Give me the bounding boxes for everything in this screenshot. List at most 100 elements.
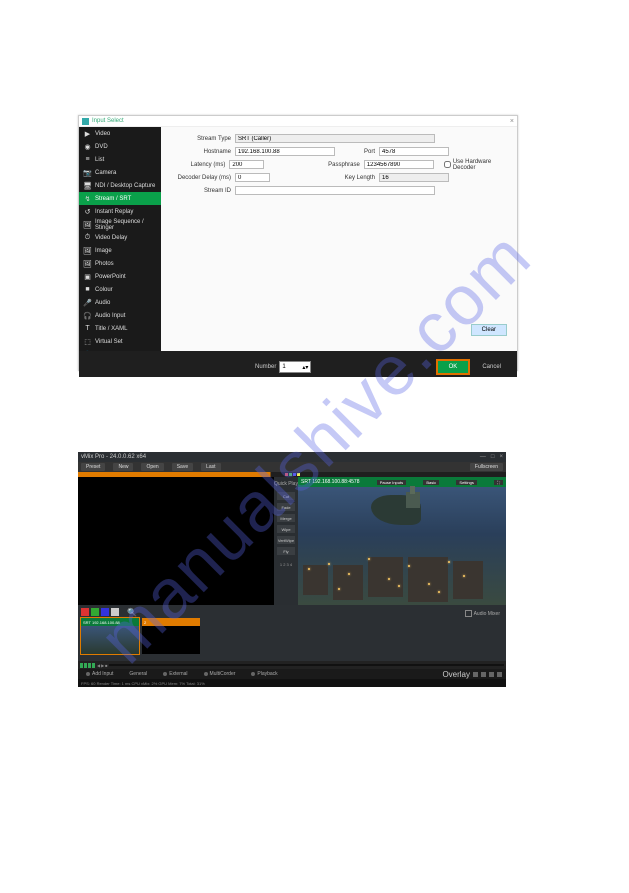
port-input[interactable] xyxy=(379,147,449,156)
fullscreen-icon[interactable]: ⛶ xyxy=(494,480,503,485)
settings-button[interactable]: Settings xyxy=(456,480,476,485)
search-icon[interactable]: 🔍 xyxy=(127,608,137,617)
sidebar-label: Video xyxy=(95,131,110,137)
ppt-icon: ▣ xyxy=(84,273,91,280)
tab-general[interactable]: General xyxy=(121,671,155,677)
passphrase-input[interactable] xyxy=(364,160,434,169)
sidebar-label: Image xyxy=(95,248,112,254)
sidebar-item-replay[interactable]: ↺Instant Replay xyxy=(79,205,161,218)
grid3-icon[interactable] xyxy=(489,672,494,677)
input-select-dialog: Input Select × ▶ Video ◉DVD ≡ List 📷Camera… xyxy=(78,115,518,371)
sidebar-item-sequence[interactable]: 🖼Image Sequence / Stinger xyxy=(79,218,161,231)
sidebar-label: PowerPoint xyxy=(95,274,126,280)
port-label: Port xyxy=(335,149,379,155)
category-red[interactable] xyxy=(81,608,89,616)
sidebar-item-camera[interactable]: 📷Camera xyxy=(79,166,161,179)
sidebar-item-audio[interactable]: 🎤Audio xyxy=(79,296,161,309)
number-label: Number xyxy=(255,364,276,370)
dialog-title: Input Select xyxy=(92,118,124,124)
output-header: SRT 192.168.100.88:4578 Pause Inputs Bas… xyxy=(298,477,506,487)
main-area: Quick Play Cut Fade Merge Wipe VertWipe … xyxy=(78,477,506,605)
sidebar-label: Video Delay xyxy=(95,235,127,241)
sidebar-item-virtualset[interactable]: ⬚Virtual Set xyxy=(79,335,161,348)
fly-button[interactable]: Fly xyxy=(277,547,295,555)
camera-icon: 📷 xyxy=(84,169,91,176)
sidebar-label: Virtual Set xyxy=(95,339,123,345)
grid2-icon[interactable] xyxy=(481,672,486,677)
preview-pane[interactable] xyxy=(78,477,274,605)
sidebar-item-dvd[interactable]: ◉DVD xyxy=(79,140,161,153)
sidebar-item-stream-srt[interactable]: ↯Stream / SRT xyxy=(79,192,161,205)
hw-decoder-check[interactable] xyxy=(444,161,451,168)
play-icon: ▶ xyxy=(84,130,91,137)
clear-button[interactable]: Clear xyxy=(471,324,507,336)
sidebar-item-photos[interactable]: 🖼Photos xyxy=(79,257,161,270)
hw-decoder-checkbox[interactable]: Use Hardware Decoder xyxy=(444,159,509,171)
sidebar-label: Title / XAML xyxy=(95,326,127,332)
open-button[interactable]: Open xyxy=(141,463,163,471)
sidebar-label: List xyxy=(95,157,104,163)
maximize-icon[interactable]: □ xyxy=(491,454,495,460)
category-blue[interactable] xyxy=(101,608,109,616)
tab-playback[interactable]: Playback xyxy=(243,671,285,677)
sidebar-item-image[interactable]: 🖼 Image xyxy=(79,244,161,257)
category-all[interactable] xyxy=(111,608,119,616)
wipe-button[interactable]: Wipe xyxy=(277,525,295,533)
category-row: 🔍 xyxy=(81,608,503,616)
sidebar-item-video[interactable]: ▶ Video xyxy=(79,127,161,140)
latency-input[interactable] xyxy=(229,160,264,169)
thumb-1-preview xyxy=(81,626,139,654)
key-length-dropdown[interactable] xyxy=(379,173,449,182)
number-spinner[interactable]: 1▴▾ xyxy=(279,361,311,373)
pause-inputs-button[interactable]: Pause Inputs xyxy=(377,480,406,485)
stream-type-dropdown[interactable] xyxy=(235,134,435,143)
merge-button[interactable]: Merge xyxy=(277,514,295,522)
sidebar-label: Photos xyxy=(95,261,114,267)
sidebar-item-delay[interactable]: ⏱Video Delay xyxy=(79,231,161,244)
cancel-button[interactable]: Cancel xyxy=(472,361,511,373)
decoder-delay-input[interactable] xyxy=(235,173,270,182)
fade-button[interactable]: Fade xyxy=(277,503,295,511)
sidebar-label: Audio Input xyxy=(95,313,125,319)
grid-icon[interactable] xyxy=(473,672,478,677)
sidebar-item-webbrowser[interactable]: 🌐Web Browser xyxy=(79,348,161,351)
output-pane[interactable]: SRT 192.168.100.88:4578 Pause Inputs Bas… xyxy=(298,477,506,605)
add-input-button[interactable]: Add Input xyxy=(78,671,121,677)
cut-button[interactable]: Cut xyxy=(277,492,295,500)
close-icon[interactable]: × xyxy=(499,454,503,460)
picture-icon: 🖼 xyxy=(84,247,91,254)
tab-external[interactable]: External xyxy=(155,671,195,677)
bottom-tab-bar: Add Input General External MultiCorder P… xyxy=(78,669,506,679)
sidebar-item-audio-input[interactable]: 🎧Audio Input xyxy=(79,309,161,322)
decoder-delay-label: Decoder Delay (ms) xyxy=(169,175,235,181)
sidebar-item-colour[interactable]: ■Colour xyxy=(79,283,161,296)
thumb-2-label: 2 xyxy=(142,618,200,626)
input-thumb-1[interactable]: SRT 192.168.100.88 xyxy=(81,618,139,654)
preset-button[interactable]: Preset xyxy=(81,463,105,471)
image-icon: 🖼 xyxy=(84,221,91,228)
dialog-footer: Number 1▴▾ OK Cancel xyxy=(79,351,517,377)
app-icon xyxy=(82,118,89,125)
new-button[interactable]: New xyxy=(113,463,133,471)
category-green[interactable] xyxy=(91,608,99,616)
input-thumb-2[interactable]: 2 xyxy=(142,618,200,654)
close-icon[interactable]: × xyxy=(510,118,514,125)
basic-button[interactable]: Basic xyxy=(423,480,439,485)
list-icon: ≡ xyxy=(84,156,91,163)
sidebar-item-list[interactable]: ≡ List xyxy=(79,153,161,166)
sidebar-item-ndi[interactable]: 🖥NDI / Desktop Capture xyxy=(79,179,161,192)
last-button[interactable]: Last xyxy=(201,463,220,471)
fullscreen-button[interactable]: Fullscreen xyxy=(470,463,503,471)
sidebar-item-title[interactable]: TTitle / XAML xyxy=(79,322,161,335)
tab-multicorder[interactable]: MultiCorder xyxy=(196,671,244,677)
ok-button[interactable]: OK xyxy=(438,361,469,373)
minimize-icon[interactable]: — xyxy=(480,454,486,460)
audio-mixer-toggle[interactable]: Audio Mixer xyxy=(465,610,500,617)
gear-icon[interactable] xyxy=(497,672,502,677)
vertwipe-button[interactable]: VertWipe xyxy=(277,536,295,544)
sidebar-item-powerpoint[interactable]: ▣ PowerPoint xyxy=(79,270,161,283)
transition-panel: Quick Play Cut Fade Merge Wipe VertWipe … xyxy=(274,477,298,605)
stream-id-input[interactable] xyxy=(235,186,435,195)
hostname-input[interactable] xyxy=(235,147,335,156)
save-button[interactable]: Save xyxy=(172,463,193,471)
